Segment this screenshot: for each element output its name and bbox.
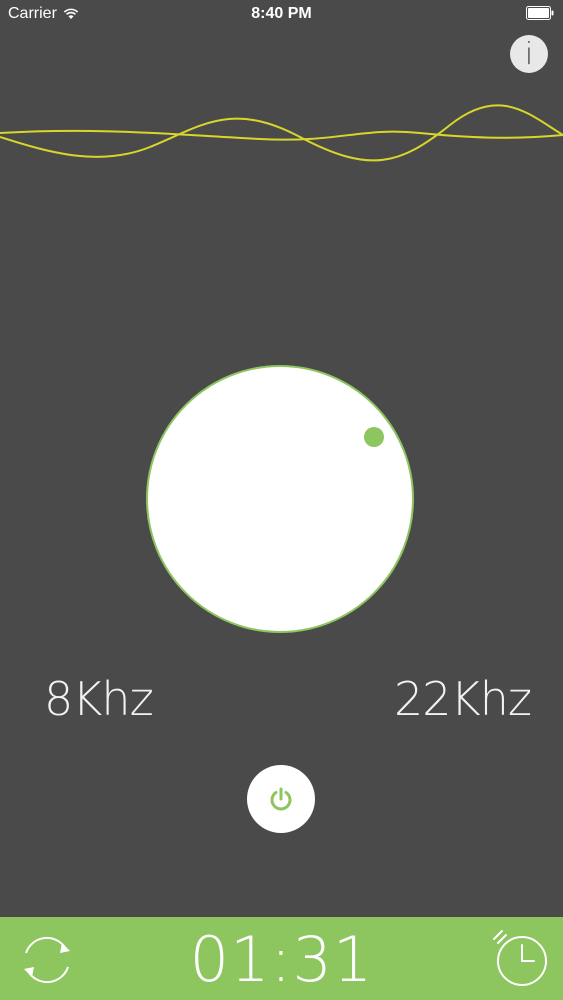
power-button[interactable] <box>247 765 315 833</box>
bottom-bar: 01:31 <box>0 917 563 1000</box>
info-button[interactable]: i <box>510 35 548 73</box>
max-frequency-label: 22Khz <box>394 672 532 726</box>
status-bar: Carrier 8:40 PM <box>0 0 563 30</box>
clock-icon[interactable] <box>490 927 552 989</box>
sound-wave-line-a <box>0 104 563 162</box>
dial-knob[interactable] <box>364 427 384 447</box>
info-icon: i <box>524 36 534 72</box>
sound-wave <box>0 104 563 162</box>
sound-wave-line-b <box>0 129 563 141</box>
timer-display: 01:31 <box>189 923 374 996</box>
min-frequency-label: 8Khz <box>44 672 154 726</box>
battery-icon <box>526 6 554 20</box>
frequency-dial[interactable] <box>146 365 414 633</box>
status-time: 8:40 PM <box>251 5 312 22</box>
power-icon <box>270 787 292 811</box>
